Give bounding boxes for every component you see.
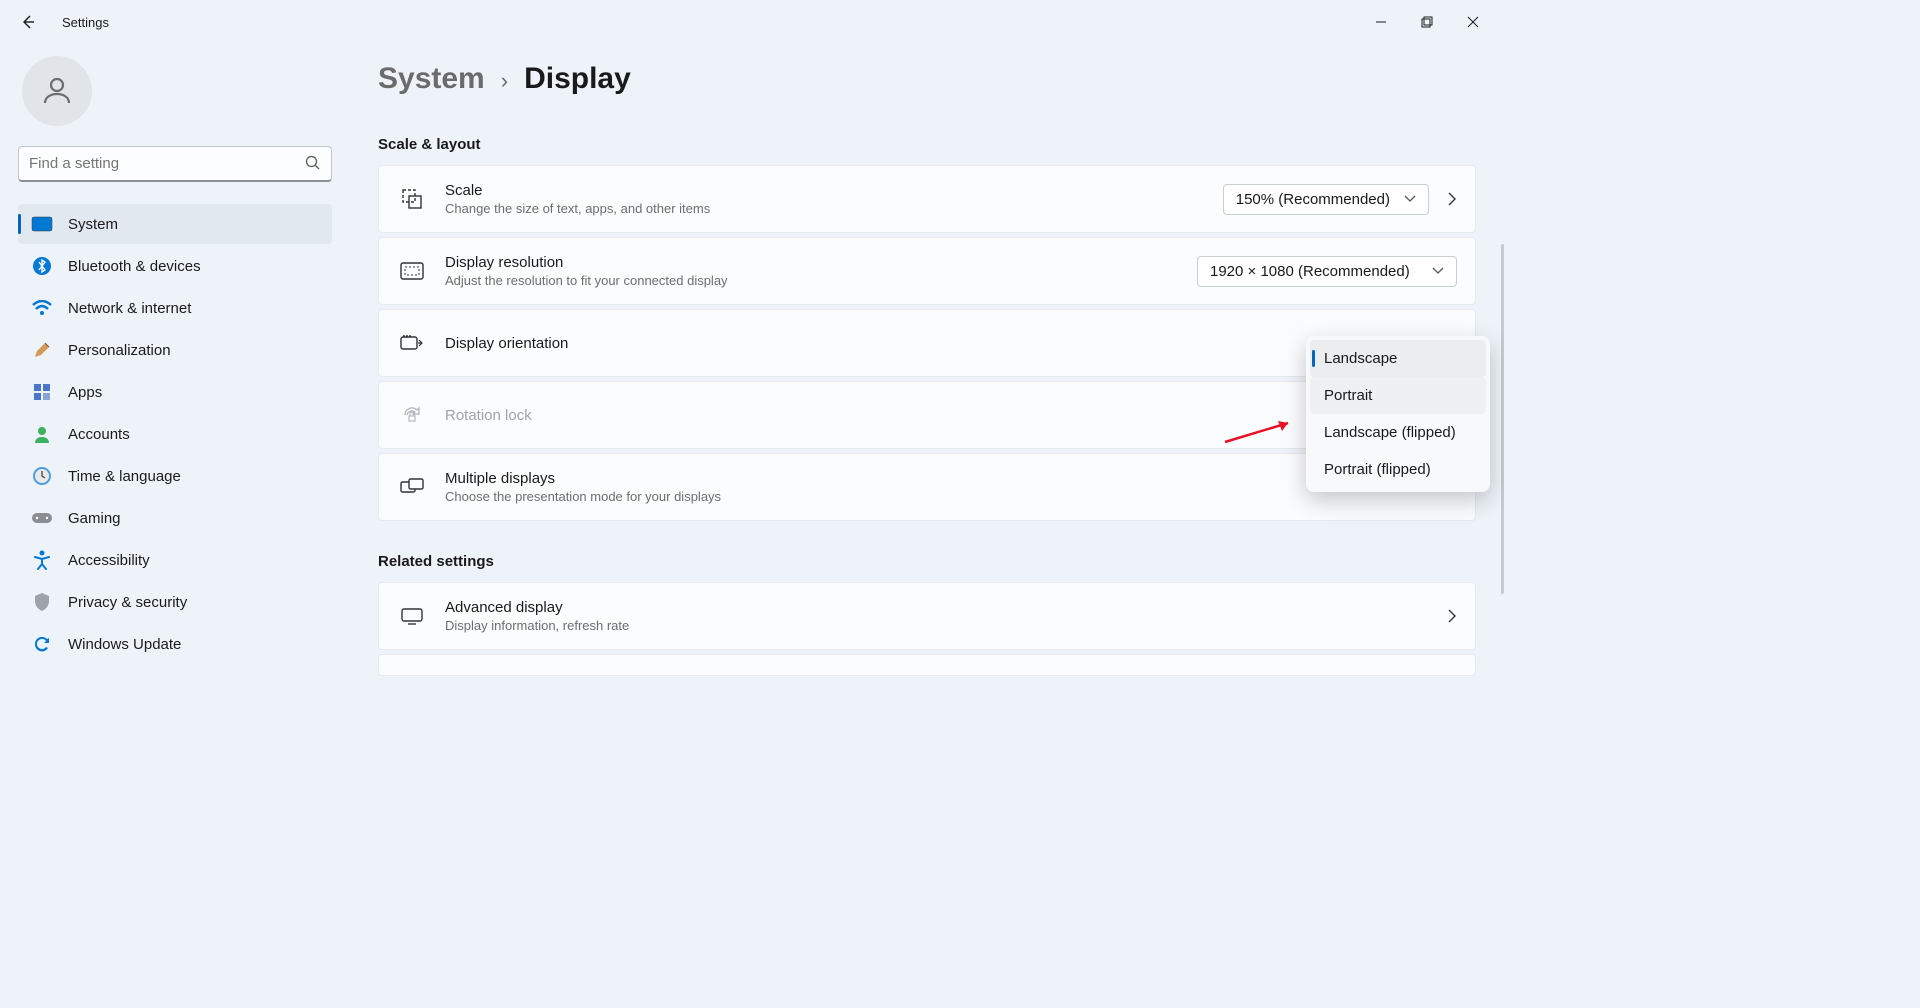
close-button[interactable] xyxy=(1450,6,1496,38)
sidebar-item-accessibility[interactable]: Accessibility xyxy=(18,540,332,580)
close-icon xyxy=(1467,16,1479,28)
apps-icon xyxy=(28,383,56,401)
card-title: Advanced display xyxy=(445,599,1429,616)
update-icon xyxy=(28,634,56,654)
card-scale[interactable]: Scale Change the size of text, apps, and… xyxy=(378,165,1476,233)
wifi-icon xyxy=(28,300,56,316)
chevron-right-icon[interactable] xyxy=(1447,192,1457,206)
dropdown-item-landscape[interactable]: Landscape xyxy=(1310,340,1486,377)
main-content: System › Display Scale & layout Scale Ch… xyxy=(350,44,1504,792)
back-button[interactable] xyxy=(8,2,48,42)
clock-icon xyxy=(28,466,56,486)
chevron-right-icon[interactable] xyxy=(1447,609,1457,623)
orientation-dropdown: Landscape Portrait Landscape (flipped) P… xyxy=(1306,336,1490,492)
nav-label: Windows Update xyxy=(68,636,181,653)
card-partial[interactable] xyxy=(378,654,1476,676)
sidebar-item-personalization[interactable]: Personalization xyxy=(18,330,332,370)
maximize-icon xyxy=(1421,16,1433,28)
select-value: 150% (Recommended) xyxy=(1236,191,1390,208)
maximize-button[interactable] xyxy=(1404,6,1450,38)
resolution-select[interactable]: 1920 × 1080 (Recommended) xyxy=(1197,256,1457,287)
sidebar-item-apps[interactable]: Apps xyxy=(18,372,332,412)
nav-label: Personalization xyxy=(68,342,171,359)
account-icon xyxy=(28,425,56,443)
chevron-down-icon xyxy=(1404,195,1416,203)
sidebar-item-time[interactable]: Time & language xyxy=(18,456,332,496)
card-sub: Change the size of text, apps, and other… xyxy=(445,201,1223,216)
card-title: Display resolution xyxy=(445,254,1197,271)
nav: System Bluetooth & devices Network & int… xyxy=(18,204,332,664)
minimize-button[interactable] xyxy=(1358,6,1404,38)
gaming-icon xyxy=(28,511,56,525)
orientation-icon xyxy=(397,334,427,352)
sidebar-item-gaming[interactable]: Gaming xyxy=(18,498,332,538)
resolution-icon xyxy=(397,262,427,280)
brush-icon xyxy=(28,340,56,360)
nav-label: Network & internet xyxy=(68,300,191,317)
card-resolution[interactable]: Display resolution Adjust the resolution… xyxy=(378,237,1476,305)
card-title: Multiple displays xyxy=(445,470,1425,487)
chevron-right-icon: › xyxy=(501,68,508,94)
scale-select[interactable]: 150% (Recommended) xyxy=(1223,184,1429,215)
sidebar-item-privacy[interactable]: Privacy & security xyxy=(18,582,332,622)
nav-label: Privacy & security xyxy=(68,594,187,611)
app-title: Settings xyxy=(62,15,109,30)
sidebar-item-system[interactable]: System xyxy=(18,204,332,244)
breadcrumb-current: Display xyxy=(524,62,631,96)
breadcrumb-parent[interactable]: System xyxy=(378,62,485,96)
chevron-down-icon xyxy=(1432,267,1444,275)
dropdown-item-portrait[interactable]: Portrait xyxy=(1310,377,1486,414)
titlebar: Settings xyxy=(0,0,1504,44)
nav-label: System xyxy=(68,216,118,233)
nav-label: Time & language xyxy=(68,468,181,485)
nav-label: Apps xyxy=(68,384,102,401)
section-related: Related settings xyxy=(378,553,1476,570)
scrollbar[interactable] xyxy=(1501,244,1504,594)
breadcrumb: System › Display xyxy=(378,62,1476,96)
bluetooth-icon xyxy=(28,256,56,276)
search-container xyxy=(18,146,332,182)
nav-label: Gaming xyxy=(68,510,121,527)
sidebar-item-update[interactable]: Windows Update xyxy=(18,624,332,664)
nav-label: Accessibility xyxy=(68,552,150,569)
card-title: Scale xyxy=(445,182,1223,199)
card-sub: Choose the presentation mode for your di… xyxy=(445,489,1425,504)
sidebar-item-bluetooth[interactable]: Bluetooth & devices xyxy=(18,246,332,286)
dropdown-item-portrait-flipped[interactable]: Portrait (flipped) xyxy=(1310,451,1486,488)
system-icon xyxy=(28,216,56,232)
scale-icon xyxy=(397,188,427,210)
card-sub: Display information, refresh rate xyxy=(445,618,1429,633)
dropdown-item-landscape-flipped[interactable]: Landscape (flipped) xyxy=(1310,414,1486,451)
minimize-icon xyxy=(1375,16,1387,28)
accessibility-icon xyxy=(28,550,56,570)
user-icon xyxy=(39,73,75,109)
card-sub: Adjust the resolution to fit your connec… xyxy=(445,273,1197,288)
sidebar-item-accounts[interactable]: Accounts xyxy=(18,414,332,454)
nav-label: Accounts xyxy=(68,426,130,443)
card-advanced-display[interactable]: Advanced display Display information, re… xyxy=(378,582,1476,650)
shield-icon xyxy=(28,592,56,612)
search-icon xyxy=(304,154,322,172)
section-scale-layout: Scale & layout xyxy=(378,136,1476,153)
arrow-left-icon xyxy=(20,14,36,30)
rotation-lock-icon xyxy=(397,404,427,426)
select-value: 1920 × 1080 (Recommended) xyxy=(1210,263,1410,280)
avatar[interactable] xyxy=(22,56,92,126)
window-controls xyxy=(1358,6,1496,38)
sidebar-item-network[interactable]: Network & internet xyxy=(18,288,332,328)
display-icon xyxy=(397,607,427,625)
sidebar: System Bluetooth & devices Network & int… xyxy=(0,44,350,792)
search-input[interactable] xyxy=(18,146,332,182)
multiple-displays-icon xyxy=(397,478,427,496)
nav-label: Bluetooth & devices xyxy=(68,258,201,275)
